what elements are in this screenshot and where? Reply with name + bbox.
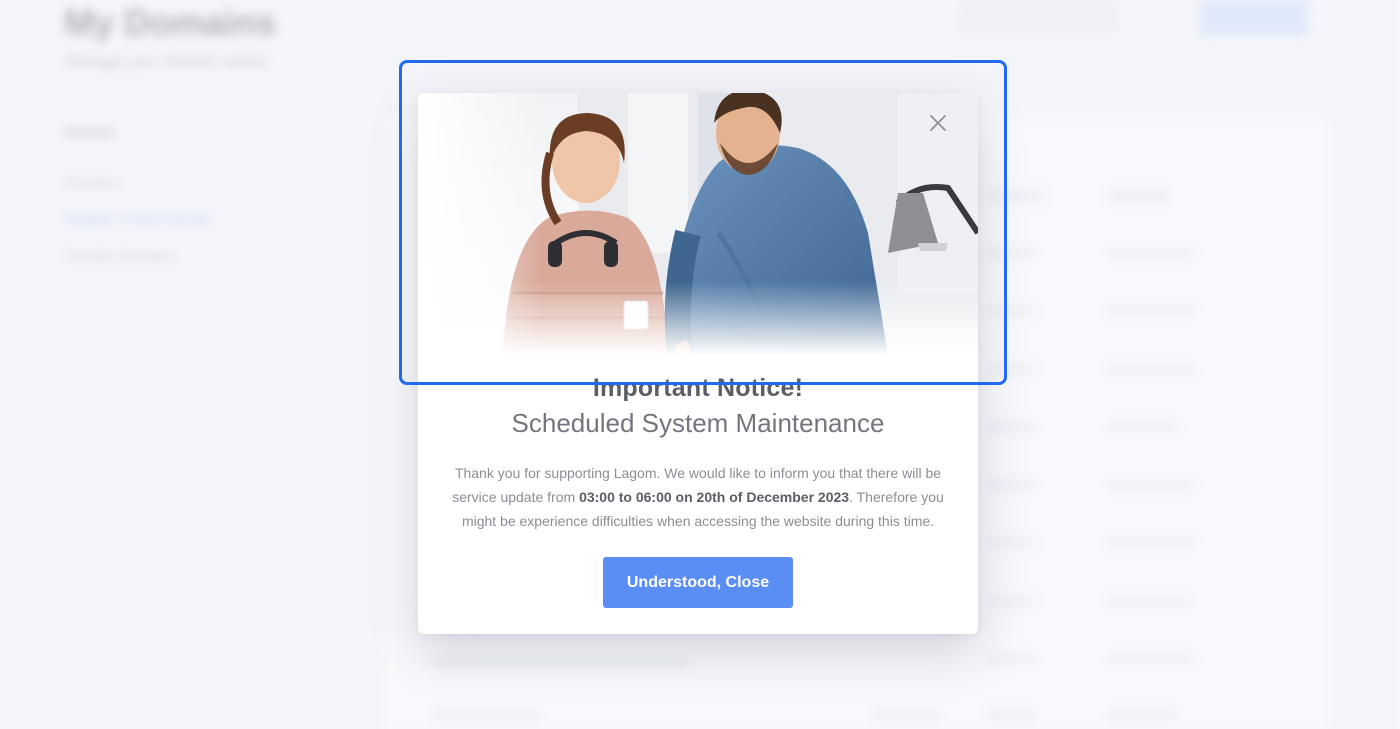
close-button[interactable] <box>926 111 950 135</box>
modal-title: Important Notice! <box>592 374 804 402</box>
modal-message: Thank you for supporting Lagom. We would… <box>448 461 948 533</box>
hero-illustration <box>418 93 978 355</box>
notice-modal: Important Notice! Scheduled System Maint… <box>418 93 978 634</box>
understood-close-button[interactable]: Understood, Close <box>603 557 793 608</box>
modal-body: Important Notice! Scheduled System Maint… <box>418 373 978 608</box>
hero-image <box>418 93 978 355</box>
modal-subtitle: Scheduled System Maintenance <box>511 408 885 438</box>
maintenance-window: 03:00 to 06:00 on 20th of December 2023 <box>579 489 850 505</box>
close-icon <box>930 115 946 131</box>
